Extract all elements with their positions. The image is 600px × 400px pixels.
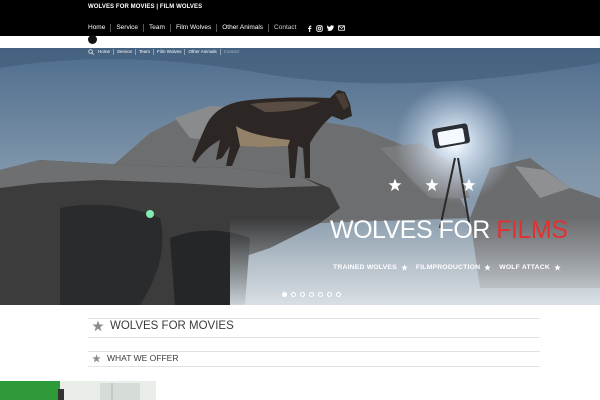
nav-home[interactable]: Home	[88, 24, 110, 32]
site-logo[interactable]	[88, 35, 97, 44]
nav-other-animals[interactable]: Other Animals	[216, 24, 268, 32]
subnav-service[interactable]: Service	[113, 49, 135, 55]
hero-link-label: FILMPRODUCTION	[415, 264, 481, 271]
social-links	[307, 24, 346, 32]
star-icon	[554, 264, 561, 271]
slider-dot-1[interactable]	[282, 292, 287, 297]
hero-link-wolf-attack[interactable]: WOLF ATTACK	[499, 264, 561, 271]
slider-dot-7[interactable]	[336, 292, 341, 297]
subnav-contact[interactable]: Contact	[219, 49, 243, 55]
hero-links: TRAINED WOLVES FILMPRODUCTION WOLF ATTAC…	[333, 264, 569, 271]
nav-service[interactable]: Service	[110, 24, 143, 32]
hero-link-filmproduction[interactable]: FILMPRODUCTION	[416, 264, 491, 271]
hero-slider: Home Service Team Film Wolves Other Anim…	[0, 48, 600, 305]
site-title[interactable]: WOLVES FOR MOVIES | FILM WOLVES	[88, 4, 202, 10]
subnav-team[interactable]: Team	[135, 49, 153, 55]
hero-stars	[388, 178, 476, 192]
star-icon	[401, 264, 408, 271]
offer-image-thumbnail[interactable]	[0, 381, 156, 400]
divider	[88, 318, 540, 319]
hero-subnav: Home Service Team Film Wolves Other Anim…	[88, 49, 242, 55]
subnav-home[interactable]: Home	[98, 49, 113, 55]
star-icon	[92, 320, 104, 332]
hero-link-trained-wolves[interactable]: TRAINED WOLVES	[333, 264, 408, 271]
hero-link-label: TRAINED WOLVES	[333, 264, 397, 271]
nav-contact[interactable]: Contact	[268, 24, 301, 32]
section-heading-text: WHAT WE OFFER	[107, 353, 179, 363]
hero-link-label: WOLF ATTACK	[499, 264, 550, 271]
hero-title-main: WOLVES FOR	[330, 216, 497, 244]
star-icon	[92, 353, 101, 362]
subnav-film-wolves[interactable]: Film Wolves	[153, 49, 184, 55]
email-icon[interactable]	[338, 25, 346, 31]
slider-dot-3[interactable]	[300, 292, 305, 297]
subnav-other-animals[interactable]: Other Animals	[184, 49, 219, 55]
search-icon[interactable]	[88, 49, 94, 55]
slider-dot-6[interactable]	[327, 292, 332, 297]
section-heading-text: WOLVES FOR MOVIES	[110, 320, 234, 332]
divider	[88, 337, 540, 338]
divider	[88, 366, 540, 367]
top-header: WOLVES FOR MOVIES | FILM WOLVES Home Ser…	[0, 0, 600, 36]
hero-title: WOLVES FOR FILMS	[330, 216, 568, 245]
divider	[88, 351, 540, 352]
nav-film-wolves[interactable]: Film Wolves	[169, 24, 216, 32]
star-icon	[462, 178, 476, 192]
nav-team[interactable]: Team	[143, 24, 170, 32]
section-heading-what-we-offer: WHAT WE OFFER	[92, 353, 178, 363]
instagram-icon[interactable]	[316, 24, 324, 32]
slider-dot-2[interactable]	[291, 292, 296, 297]
slider-dot-4[interactable]	[309, 292, 314, 297]
twitter-icon[interactable]	[327, 25, 335, 31]
main-nav: Home Service Team Film Wolves Other Anim…	[88, 24, 346, 32]
star-icon	[388, 178, 402, 192]
facebook-icon[interactable]	[307, 25, 312, 32]
hero-title-accent: FILMS	[496, 216, 568, 244]
slider-dot-5[interactable]	[318, 292, 323, 297]
star-icon	[425, 178, 439, 192]
star-icon	[484, 264, 491, 271]
slider-dots	[282, 292, 341, 297]
section-heading-wolves-for-movies: WOLVES FOR MOVIES	[92, 320, 234, 332]
